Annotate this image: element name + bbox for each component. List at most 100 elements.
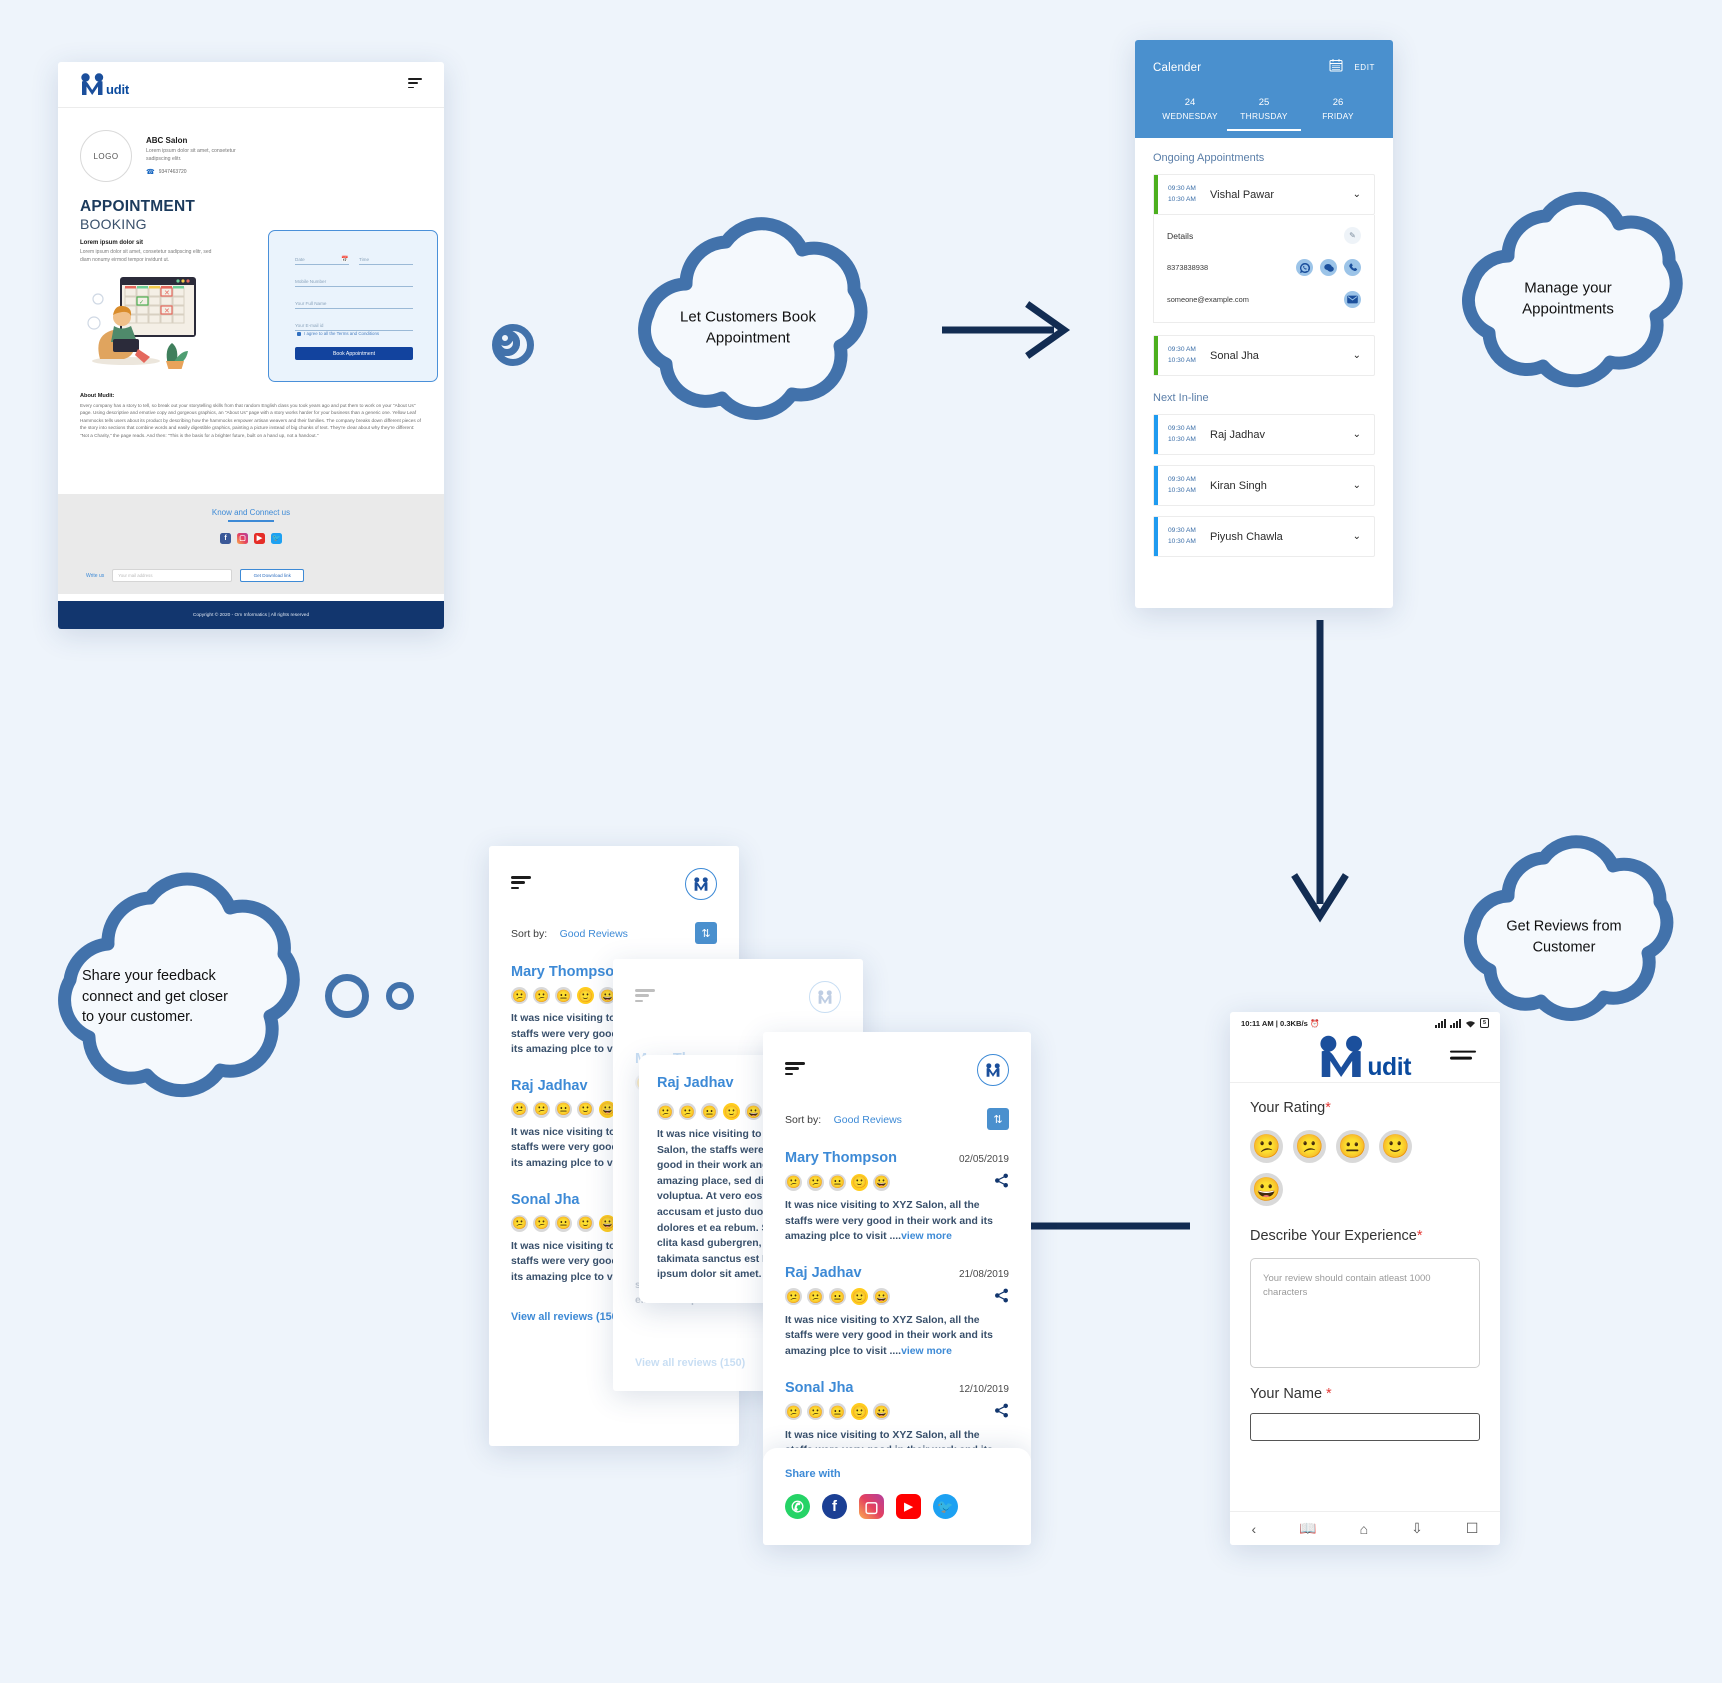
desktop-booking-page: udit LOGO ABC Salon Lorem ipsum dolor si… [58, 62, 444, 629]
whatsapp-icon[interactable]: ✆ [785, 1494, 810, 1519]
share-icon[interactable] [994, 1403, 1009, 1421]
sort-value[interactable]: Good Reviews [560, 928, 628, 940]
edit-button[interactable]: EDIT [1354, 63, 1375, 72]
youtube-icon[interactable]: ▶ [896, 1494, 921, 1519]
sort-value[interactable]: Good Reviews [834, 1114, 902, 1126]
customer-email: someone@example.com [1167, 295, 1249, 304]
appointment-row[interactable]: 09:30 AM 10:30 AM Piyush Chawla ⌄ [1153, 516, 1375, 557]
battery-icon: 5 [1480, 1018, 1489, 1028]
tabs-icon[interactable]: ☐ [1466, 1520, 1479, 1537]
appointment-row[interactable]: 09:30 AM 10:30 AM Kiran Singh ⌄ [1153, 465, 1375, 506]
name-input[interactable] [1250, 1413, 1480, 1441]
sort-arrows-icon[interactable]: ⇅ [695, 922, 717, 944]
phone-icon: ☎ [146, 169, 155, 177]
rating-emojis: 😕 😕 😐 🙂 😀 [511, 1214, 616, 1232]
mobile-field[interactable]: Mobile Number [295, 279, 413, 287]
facebook-icon[interactable]: f [822, 1494, 847, 1519]
rating-emojis: 😕 😕 😐 🙂 😀 [785, 1173, 890, 1191]
book-icon[interactable]: 📖 [1299, 1520, 1316, 1537]
emoji-smile-selected: 🙂 [851, 1288, 868, 1306]
day-tab-26[interactable]: 26 FRIDAY [1301, 97, 1375, 131]
rating-emoji-confused-face[interactable]: 😕 [1293, 1130, 1326, 1163]
reviews-header [613, 959, 863, 1013]
rating-emoji-smile-face[interactable]: 🙂 [1379, 1130, 1412, 1163]
sort-label: Sort by: [511, 928, 548, 940]
rating-emoji-neutral-face[interactable]: 😐 [1336, 1130, 1369, 1163]
start-time: 09:30 AM [1168, 185, 1196, 193]
feedback-phone-screen: 10:11 AM | 0.3KB/s ⏰ 5 udit Your Rating*… [1230, 1012, 1500, 1545]
appointment-time: 09:30 AM 10:30 AM [1154, 475, 1210, 495]
emoji-grin: 😀 [873, 1173, 890, 1191]
day-tab-24[interactable]: 24 WEDNESDAY [1153, 97, 1227, 131]
chevron-down-icon[interactable]: ⌄ [1353, 531, 1374, 542]
pencil-icon[interactable]: ✎ [1344, 227, 1361, 244]
share-icon[interactable] [994, 1173, 1009, 1191]
twitter-icon[interactable]: 🐦 [271, 532, 282, 544]
terms-checkbox[interactable] [297, 331, 301, 336]
rating-emoji-sad-face[interactable]: 😕 [1250, 1130, 1283, 1163]
hamburger-icon[interactable] [511, 876, 531, 892]
day-name: FRIDAY [1322, 111, 1354, 121]
reviewer-name: Raj Jadhav [785, 1264, 862, 1281]
view-more-link[interactable]: view more [901, 1231, 952, 1242]
instagram-icon[interactable]: ▢ [859, 1494, 884, 1519]
call-icon[interactable] [1344, 259, 1361, 276]
mail-icon[interactable] [1344, 291, 1361, 308]
twitter-icon[interactable]: 🐦 [933, 1494, 958, 1519]
chevron-down-icon[interactable]: ⌄ [1353, 480, 1374, 491]
sort-arrows-icon[interactable]: ⇅ [987, 1108, 1009, 1130]
youtube-icon[interactable]: ▶ [254, 532, 265, 544]
book-appointment-button[interactable]: Book Appointment [295, 347, 413, 360]
emoji-sad: 😕 [657, 1103, 674, 1120]
chevron-down-icon[interactable]: ⌄ [1353, 189, 1374, 200]
calendar-icon[interactable] [1329, 58, 1343, 77]
cloud-text: Get Reviews from Customer [1506, 918, 1622, 955]
emoji-sad: 😕 [511, 987, 528, 1004]
mail-address-input[interactable]: Your mail address [112, 569, 233, 582]
wifi-icon [1466, 1020, 1475, 1027]
appointment-row[interactable]: 09:30 AM 10:30 AM Sonal Jha ⌄ [1153, 335, 1375, 376]
appointment-row[interactable]: 09:30 AM 10:30 AM Vishal Pawar ⌄ [1153, 174, 1375, 215]
start-time: 09:30 AM [1168, 527, 1196, 535]
experience-textarea[interactable]: Your review should contain atleast 1000 … [1250, 1258, 1480, 1368]
hamburger-icon[interactable] [1450, 1050, 1476, 1064]
mudit-m-icon [80, 72, 106, 97]
chevron-down-icon[interactable]: ⌄ [1353, 429, 1374, 440]
facebook-icon[interactable]: f [220, 532, 231, 544]
day-tab-25[interactable]: 25 THRUSDAY [1227, 97, 1301, 131]
share-icon[interactable] [994, 1288, 1009, 1306]
appointment-row[interactable]: 09:30 AM 10:30 AM Raj Jadhav ⌄ [1153, 414, 1375, 455]
terms-row[interactable]: I agree to all the Terms and Conditions [297, 331, 379, 336]
customer-name: Kiran Singh [1210, 479, 1267, 492]
download-icon[interactable]: ⇩ [1411, 1520, 1423, 1537]
view-more-link[interactable]: view more [901, 1346, 952, 1357]
review-text: It was nice visiting to XYZ Salon, all t… [785, 1200, 993, 1243]
appointment-time: 09:30 AM 10:30 AM [1154, 526, 1210, 546]
hamburger-icon[interactable] [408, 78, 422, 91]
fullname-field[interactable]: Your Full Name [295, 301, 413, 309]
back-icon[interactable]: ‹ [1252, 1521, 1257, 1537]
emoji-neutral: 😐 [829, 1403, 846, 1421]
time-field[interactable]: Time [359, 257, 413, 265]
emoji-confused: 😕 [533, 1100, 550, 1118]
customer-name: Raj Jadhav [1210, 428, 1266, 441]
review-date: 21/08/2019 [958, 1268, 1009, 1280]
terms-label: I agree to all the Terms and Conditions [304, 331, 380, 336]
view-all-reviews-link[interactable]: View all reviews (150) [613, 1331, 767, 1369]
calendar-icon[interactable]: 📅 [341, 256, 348, 263]
home-icon[interactable]: ⌂ [1360, 1521, 1368, 1537]
whatsapp-icon[interactable] [1296, 259, 1313, 276]
arrow-manage-to-reviews [1290, 620, 1350, 932]
message-icon[interactable] [1320, 259, 1337, 276]
get-download-link-button[interactable]: Get Download link [240, 569, 305, 582]
instagram-icon[interactable]: ▢ [237, 532, 248, 544]
hamburger-icon[interactable] [785, 1062, 805, 1078]
hamburger-icon[interactable] [635, 989, 655, 1005]
emoji-grin: 😀 [873, 1288, 890, 1306]
rating-emojis: 😕 😕 😐 🙂 😀 [511, 1100, 616, 1118]
rating-emoji-grin-face[interactable]: 😀 [1250, 1173, 1283, 1206]
salon-phone-number: 9347463720 [158, 169, 187, 176]
chevron-down-icon[interactable]: ⌄ [1353, 350, 1374, 361]
email-field[interactable]: Your E-mail id [295, 323, 413, 331]
svg-text:✕: ✕ [164, 290, 170, 297]
